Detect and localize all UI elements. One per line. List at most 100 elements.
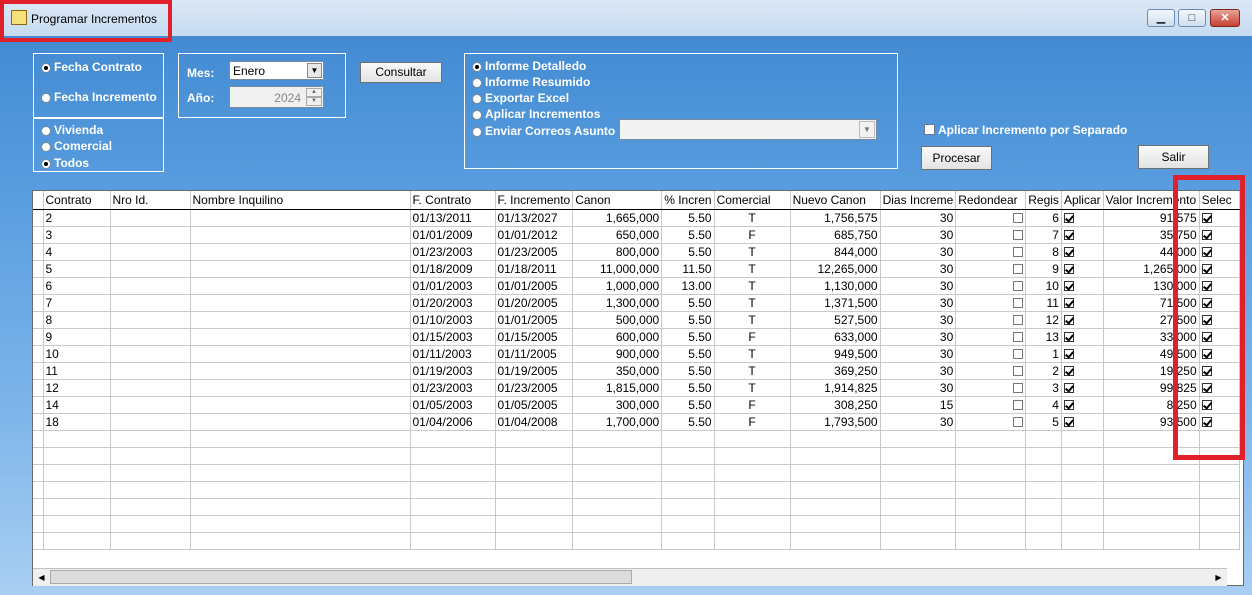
redondear-checkbox[interactable] xyxy=(1013,213,1024,224)
aplicar-checkbox[interactable] xyxy=(1063,298,1074,309)
todos-radio[interactable] xyxy=(41,159,51,169)
col-header-regis[interactable]: Regis xyxy=(1025,191,1062,210)
col-header-aplicar[interactable]: Aplicar xyxy=(1061,191,1104,210)
col-header-redondear[interactable]: Redondear xyxy=(955,191,1027,210)
redondear-checkbox[interactable] xyxy=(1013,366,1024,377)
enviar-correos-label[interactable]: Enviar Correos Asunto xyxy=(485,124,615,138)
cell-aplicar[interactable] xyxy=(1061,311,1104,329)
comercial-radio[interactable] xyxy=(41,142,51,152)
close-button[interactable]: ✕ xyxy=(1210,9,1240,27)
empty-row[interactable] xyxy=(33,532,1240,550)
cell-redondear[interactable] xyxy=(955,209,1027,227)
comercial-label[interactable]: Comercial xyxy=(54,139,112,153)
aplicar-checkbox[interactable] xyxy=(1063,383,1074,394)
empty-row[interactable] xyxy=(33,464,1240,482)
procesar-button[interactable]: Procesar xyxy=(921,146,992,170)
cell-aplicar[interactable] xyxy=(1061,379,1104,397)
informe-resumido-label[interactable]: Informe Resumido xyxy=(485,75,590,89)
fecha-incremento-label[interactable]: Fecha Incremento xyxy=(54,90,157,104)
exportar-excel-radio[interactable] xyxy=(472,94,482,104)
scroll-thumb[interactable] xyxy=(50,570,632,584)
empty-row[interactable] xyxy=(33,447,1240,465)
table-row[interactable]: 5 01/18/2009 01/18/2011 11,000,000 11.50 T 12,… xyxy=(33,260,1240,278)
fecha-incremento-radio[interactable] xyxy=(41,93,51,103)
col-header-nombre[interactable]: Nombre Inquilino xyxy=(190,191,411,210)
informe-resumido-radio[interactable] xyxy=(472,78,482,88)
table-row[interactable]: 9 01/15/2003 01/15/2005 600,000 5.50 F 633,000… xyxy=(33,328,1240,346)
cell-aplicar[interactable] xyxy=(1061,362,1104,380)
horizontal-scrollbar[interactable]: ◀ ▶ xyxy=(33,568,1227,586)
chevron-down-icon[interactable]: ▼ xyxy=(307,63,322,78)
col-header-contrato[interactable]: Contrato xyxy=(43,191,111,210)
cell-aplicar[interactable] xyxy=(1061,396,1104,414)
cell-redondear[interactable] xyxy=(955,362,1027,380)
cell-redondear[interactable] xyxy=(955,226,1027,244)
redondear-checkbox[interactable] xyxy=(1013,383,1024,394)
spin-down-icon[interactable]: ▼ xyxy=(306,97,322,106)
col-header-canon[interactable]: Canon xyxy=(572,191,663,210)
scroll-right-icon[interactable]: ▶ xyxy=(1212,571,1225,584)
aplicar-checkbox[interactable] xyxy=(1063,400,1074,411)
increments-grid[interactable]: Contrato Nro Id. Nombre Inquilino F. Con… xyxy=(32,190,1244,586)
table-row[interactable]: 18 01/04/2006 01/04/2008 1,700,000 5.50 F 1,79… xyxy=(33,413,1240,431)
minimize-button[interactable]: ▁ xyxy=(1147,9,1175,27)
cell-aplicar[interactable] xyxy=(1061,209,1104,227)
cell-aplicar[interactable] xyxy=(1061,260,1104,278)
row-selector[interactable] xyxy=(33,362,44,380)
mes-dropdown[interactable]: Enero ▼ xyxy=(229,61,324,80)
cell-redondear[interactable] xyxy=(955,413,1027,431)
row-selector[interactable] xyxy=(33,345,44,363)
col-header-f-incremento[interactable]: F. Incremento xyxy=(495,191,574,210)
table-row[interactable]: 2 01/13/2011 01/13/2027 1,665,000 5.50 T 1,756… xyxy=(33,209,1240,227)
col-header-dias[interactable]: Dias Increme xyxy=(880,191,957,210)
exportar-excel-label[interactable]: Exportar Excel xyxy=(485,91,569,105)
maximize-button[interactable]: □ xyxy=(1178,9,1206,27)
aplicar-checkbox[interactable] xyxy=(1063,332,1074,343)
table-row[interactable]: 14 01/05/2003 01/05/2005 300,000 5.50 F 308,25… xyxy=(33,396,1240,414)
redondear-checkbox[interactable] xyxy=(1013,349,1024,360)
redondear-checkbox[interactable] xyxy=(1013,315,1024,326)
table-row[interactable]: 8 01/10/2003 01/01/2005 500,000 5.50 T 527,500… xyxy=(33,311,1240,329)
row-selector[interactable] xyxy=(33,413,44,431)
empty-row[interactable] xyxy=(33,481,1240,499)
col-header-nro-id[interactable]: Nro Id. xyxy=(110,191,191,210)
aplicar-checkbox[interactable] xyxy=(1063,349,1074,360)
cell-aplicar[interactable] xyxy=(1061,226,1104,244)
table-row[interactable]: 3 01/01/2009 01/01/2012 650,000 5.50 F 685,750… xyxy=(33,226,1240,244)
row-selector[interactable] xyxy=(33,277,44,295)
row-selector[interactable] xyxy=(33,379,44,397)
chevron-down-icon[interactable]: ▼ xyxy=(859,121,875,138)
row-selector[interactable] xyxy=(33,328,44,346)
col-header-nuevo-canon[interactable]: Nuevo Canon xyxy=(790,191,881,210)
aplicar-checkbox[interactable] xyxy=(1063,264,1074,275)
aplicar-checkbox[interactable] xyxy=(1063,417,1074,428)
aplicar-checkbox[interactable] xyxy=(1063,247,1074,258)
salir-button[interactable]: Salir xyxy=(1138,145,1209,169)
informe-detallado-label[interactable]: Informe Detalledo xyxy=(485,59,586,73)
redondear-checkbox[interactable] xyxy=(1013,400,1024,411)
redondear-checkbox[interactable] xyxy=(1013,264,1024,275)
row-selector[interactable] xyxy=(33,243,44,261)
cell-aplicar[interactable] xyxy=(1061,328,1104,346)
cell-redondear[interactable] xyxy=(955,277,1027,295)
cell-redondear[interactable] xyxy=(955,379,1027,397)
table-row[interactable]: 11 01/19/2003 01/19/2005 350,000 5.50 T 369,25… xyxy=(33,362,1240,380)
redondear-checkbox[interactable] xyxy=(1013,247,1024,258)
fecha-contrato-radio[interactable] xyxy=(41,63,51,73)
informe-detallado-radio[interactable] xyxy=(472,62,482,72)
redondear-checkbox[interactable] xyxy=(1013,298,1024,309)
consultar-button[interactable]: Consultar xyxy=(360,62,442,83)
cell-redondear[interactable] xyxy=(955,311,1027,329)
asunto-dropdown[interactable]: ▼ xyxy=(619,119,877,140)
cell-aplicar[interactable] xyxy=(1061,277,1104,295)
fecha-contrato-label[interactable]: Fecha Contrato xyxy=(54,60,142,74)
vivienda-radio[interactable] xyxy=(41,126,51,136)
scroll-left-icon[interactable]: ◀ xyxy=(35,571,48,584)
cell-aplicar[interactable] xyxy=(1061,413,1104,431)
col-header-comercial[interactable]: Comercial xyxy=(714,191,791,210)
redondear-checkbox[interactable] xyxy=(1013,230,1024,241)
enviar-correos-radio[interactable] xyxy=(472,127,482,137)
spin-up-icon[interactable]: ▲ xyxy=(306,88,322,97)
col-header-f-contrato[interactable]: F. Contrato xyxy=(410,191,496,210)
cell-redondear[interactable] xyxy=(955,243,1027,261)
